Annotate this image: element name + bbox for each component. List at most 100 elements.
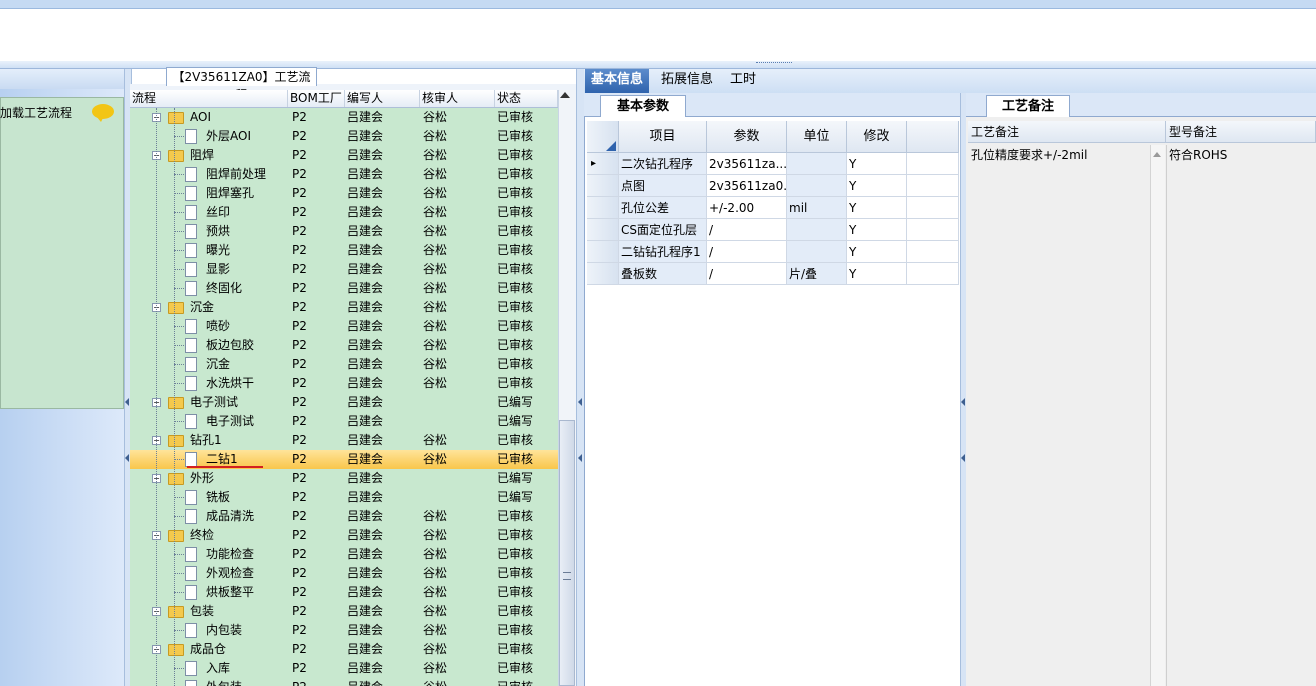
params-row[interactable]: 孔位公差 +/-2.00 mil Y (587, 197, 959, 219)
tree-row[interactable]: 终固化 P2 吕建会 谷松 已审核 (130, 279, 558, 298)
splitter-grip[interactable] (756, 62, 792, 67)
cell-modify[interactable]: Y (847, 197, 907, 219)
params-row[interactable]: ▸ 二次钻孔程序 2v35611za... Y (587, 153, 959, 175)
tree-row[interactable]: 外层AOI P2 吕建会 谷松 已审核 (130, 127, 558, 146)
cell-param[interactable]: / (707, 263, 787, 285)
tree-node-label[interactable]: 丝印 (206, 203, 230, 222)
tree-node-label[interactable]: 外形 (190, 469, 214, 488)
cell-item[interactable]: 二钻钻孔程序1 (619, 241, 707, 263)
column-header-item[interactable]: 项目 (619, 121, 707, 153)
cell-modify[interactable]: Y (847, 241, 907, 263)
nav-item-load-process[interactable] (0, 97, 124, 409)
row-header[interactable] (587, 197, 619, 219)
tree-row[interactable]: 烘板整平 P2 吕建会 谷松 已审核 (130, 583, 558, 602)
tree-node-label[interactable]: 终检 (190, 526, 214, 545)
column-header-writer[interactable]: 编写人 (345, 90, 420, 107)
tree-node-label[interactable]: 阻焊 (190, 146, 214, 165)
tree-row[interactable]: 成品清洗 P2 吕建会 谷松 已审核 (130, 507, 558, 526)
cell-unit[interactable] (787, 219, 847, 241)
tree-node-label[interactable]: 显影 (206, 260, 230, 279)
tree-row[interactable]: 内包装 P2 吕建会 谷松 已审核 (130, 621, 558, 640)
tree-node-label[interactable]: 成品仓 (190, 640, 226, 659)
collapse-left-arrow-icon[interactable] (125, 454, 129, 462)
tree-node-label[interactable]: 铣板 (206, 488, 230, 507)
tree-row[interactable]: 电子测试 P2 吕建会 已编写 (130, 412, 558, 431)
tree-row[interactable]: 丝印 P2 吕建会 谷松 已审核 (130, 203, 558, 222)
cell-unit[interactable]: 片/叠 (787, 263, 847, 285)
tree-row[interactable]: − 成品仓 P2 吕建会 谷松 已审核 (130, 640, 558, 659)
tree-row[interactable]: 喷砂 P2 吕建会 谷松 已审核 (130, 317, 558, 336)
tab-basic-info[interactable]: 基本信息 (585, 69, 650, 93)
cell-unit[interactable] (787, 153, 847, 175)
cell-item[interactable]: 孔位公差 (619, 197, 707, 219)
cell-param[interactable]: / (707, 241, 787, 263)
column-header-bom-factory[interactable]: BOM工厂 (288, 90, 345, 107)
tree-node-label[interactable]: 终固化 (206, 279, 242, 298)
row-header[interactable] (587, 175, 619, 197)
tree-node-label[interactable]: 电子测试 (190, 393, 238, 412)
tree-row[interactable]: − 终检 P2 吕建会 谷松 已审核 (130, 526, 558, 545)
nav-item-label[interactable]: 加载工艺流程 (0, 104, 72, 121)
tree-node-label[interactable]: 功能检查 (206, 545, 254, 564)
cell-unit[interactable]: mil (787, 197, 847, 219)
tab-extended-info[interactable]: 拓展信息 (655, 69, 719, 93)
process-note-memo[interactable] (968, 145, 1150, 686)
tree-row[interactable]: 外观检查 P2 吕建会 谷松 已审核 (130, 564, 558, 583)
tree-node-label[interactable]: 阻焊前处理 (206, 165, 266, 184)
model-note-memo[interactable] (1166, 145, 1316, 686)
tree-row[interactable]: 板边包胶 P2 吕建会 谷松 已审核 (130, 336, 558, 355)
tree-row[interactable]: 外包装 P2 吕建会 谷松 已审核 (130, 678, 558, 686)
row-header[interactable] (587, 263, 619, 285)
tree-row[interactable]: 入库 P2 吕建会 谷松 已审核 (130, 659, 558, 678)
tree-node-label[interactable]: 喷砂 (206, 317, 230, 336)
tree-node-label[interactable]: 沉金 (206, 355, 230, 374)
tree-row[interactable]: 水洗烘干 P2 吕建会 谷松 已审核 (130, 374, 558, 393)
cell-modify[interactable]: Y (847, 153, 907, 175)
tree-node-label[interactable]: 水洗烘干 (206, 374, 254, 393)
tree-row[interactable]: − 阻焊 P2 吕建会 谷松 已审核 (130, 146, 558, 165)
column-header-param[interactable]: 参数 (707, 121, 787, 153)
tree-row[interactable]: − 外形 P2 吕建会 已编写 (130, 469, 558, 488)
scroll-up-arrow-icon[interactable] (560, 92, 570, 98)
collapse-left-arrow-icon[interactable] (961, 398, 965, 406)
collapse-left-arrow-icon[interactable] (125, 398, 129, 406)
tree-row[interactable]: 阻焊前处理 P2 吕建会 谷松 已审核 (130, 165, 558, 184)
row-header[interactable] (587, 241, 619, 263)
collapse-left-arrow-icon[interactable] (578, 398, 582, 406)
tree-row[interactable]: − 电子测试 P2 吕建会 已编写 (130, 393, 558, 412)
cell-item[interactable]: 点图 (619, 175, 707, 197)
row-header[interactable] (587, 219, 619, 241)
tree-node-label[interactable]: AOI (190, 108, 211, 127)
cell-modify[interactable]: Y (847, 219, 907, 241)
tree-node-label[interactable]: 烘板整平 (206, 583, 254, 602)
tree-node-label[interactable]: 入库 (206, 659, 230, 678)
column-header-flow[interactable]: 流程 (130, 90, 288, 107)
column-header-unit[interactable]: 单位 (787, 121, 847, 153)
tree-node-label[interactable]: 成品清洗 (206, 507, 254, 526)
tree-row[interactable]: 铣板 P2 吕建会 已编写 (130, 488, 558, 507)
tree-node-label[interactable]: 钻孔1 (190, 431, 222, 450)
cell-param[interactable]: +/-2.00 (707, 197, 787, 219)
column-header-modify[interactable]: 修改 (847, 121, 907, 153)
cell-unit[interactable] (787, 241, 847, 263)
tree-node-label[interactable]: 电子测试 (206, 412, 254, 431)
tree-row[interactable]: − 沉金 P2 吕建会 谷松 已审核 (130, 298, 558, 317)
cell-item[interactable]: CS面定位孔层 (619, 219, 707, 241)
tree-row[interactable]: − 钻孔1 P2 吕建会 谷松 已审核 (130, 431, 558, 450)
process-note-scrollbar[interactable] (1150, 145, 1165, 686)
cell-param[interactable]: 2v35611za0.d (707, 175, 787, 197)
tab-work-hours[interactable]: 工时 (724, 69, 762, 93)
tree-row[interactable]: 沉金 P2 吕建会 谷松 已审核 (130, 355, 558, 374)
cell-unit[interactable] (787, 175, 847, 197)
tree-node-label[interactable]: 包装 (190, 602, 214, 621)
tree-row[interactable]: 功能检查 P2 吕建会 谷松 已审核 (130, 545, 558, 564)
cell-param[interactable]: / (707, 219, 787, 241)
tree-node-label[interactable]: 曝光 (206, 241, 230, 260)
tree-row[interactable]: − 包装 P2 吕建会 谷松 已审核 (130, 602, 558, 621)
tree-node-label[interactable]: 板边包胶 (206, 336, 254, 355)
tree-scroll-thumb[interactable] (559, 420, 575, 686)
tree-node-label[interactable]: 外观检查 (206, 564, 254, 583)
tree-node-label[interactable]: 预烘 (206, 222, 230, 241)
tab-basic-params[interactable]: 基本参数 (600, 95, 686, 117)
cell-item[interactable]: 叠板数 (619, 263, 707, 285)
